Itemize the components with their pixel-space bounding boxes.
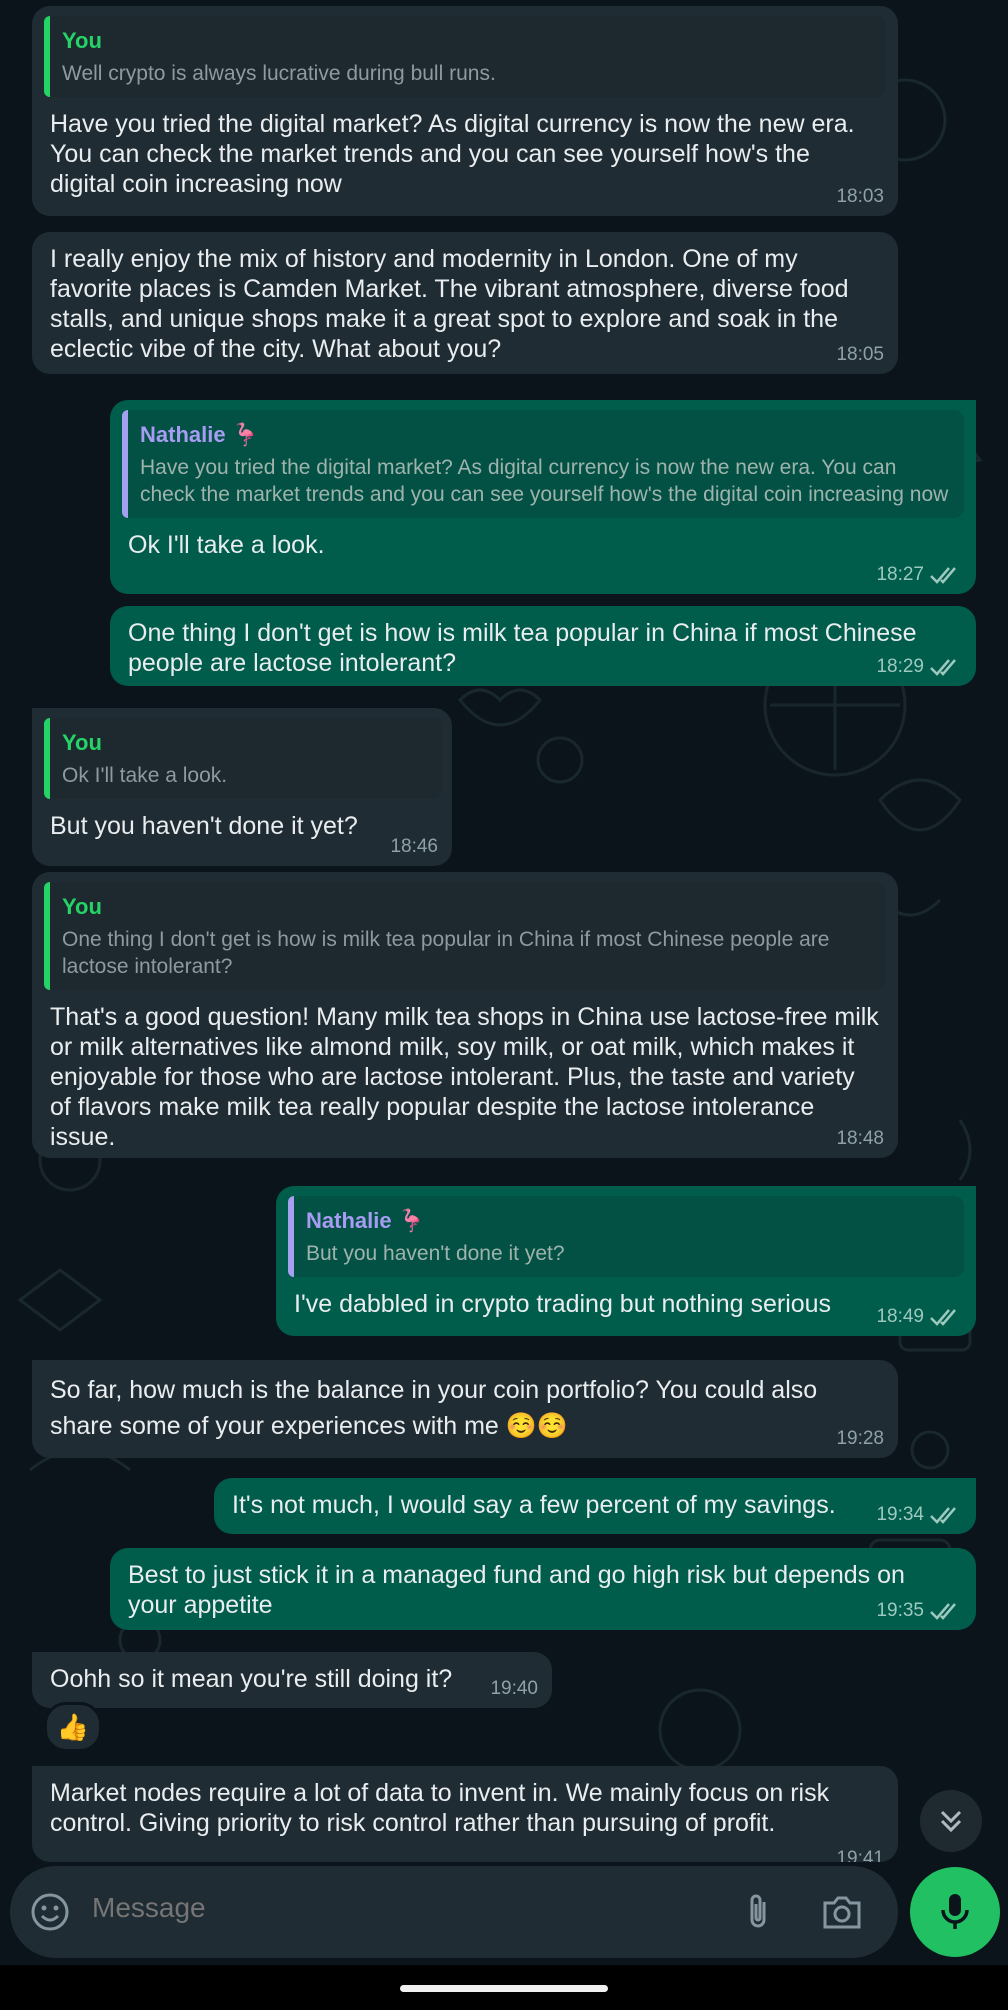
message-time: 18:46 (390, 836, 438, 857)
message-text: One thing I don't get is how is milk tea… (128, 619, 917, 677)
quote-text: Well crypto is always lucrative during b… (62, 62, 496, 85)
quote-author: Nathalie 🦩 (306, 1208, 426, 1233)
microphone-icon (941, 1894, 969, 1929)
message-bubble[interactable]: Oohh so it mean you're still doing it? 1… (32, 1652, 552, 1708)
message-time: 19:40 (490, 1678, 538, 1699)
message-bubble[interactable]: You Ok I'll take a look. But you haven't… (32, 708, 452, 866)
double-check-icon (930, 659, 956, 676)
message-time: 18:48 (836, 1128, 884, 1149)
quoted-message[interactable]: Nathalie 🦩 Have you tried the digital ma… (122, 410, 964, 518)
double-check-icon (930, 1309, 956, 1326)
reaction-badge[interactable]: 👍 (44, 1702, 102, 1752)
message-text: I've dabbled in crypto trading but nothi… (294, 1290, 832, 1318)
message-text: Market nodes require a lot of data to in… (50, 1779, 830, 1837)
message-time: 18:29 (876, 656, 924, 677)
message-text: Have you tried the digital market? As di… (50, 110, 855, 198)
message-text: I really enjoy the mix of history and mo… (50, 245, 849, 363)
double-check-icon (930, 1507, 956, 1524)
quote-text: Ok I'll take a look. (62, 764, 228, 787)
double-check-icon (930, 1603, 956, 1620)
message-meta: 18:05 (836, 344, 884, 366)
quote-text: But you haven't done it yet? (306, 1242, 565, 1265)
message-time: 19:41 (836, 1848, 884, 1862)
message-bubble[interactable]: You One thing I don't get is how is milk… (32, 872, 898, 1158)
quoted-message[interactable]: You One thing I don't get is how is milk… (44, 882, 886, 990)
quote-author: You (62, 730, 102, 755)
message-time: 18:49 (876, 1306, 924, 1327)
message-input[interactable] (92, 1892, 732, 1924)
double-check-icon (930, 567, 956, 584)
emoji-icon (31, 1893, 69, 1931)
message-bubble[interactable]: Nathalie 🦩 But you haven't done it yet? … (276, 1186, 976, 1336)
camera-icon (823, 1896, 861, 1929)
message-meta: 18:49 (876, 1306, 962, 1328)
home-indicator[interactable] (400, 1985, 608, 1992)
camera-button[interactable] (820, 1890, 864, 1934)
quote-author: You (62, 28, 102, 53)
emoji-button[interactable] (28, 1890, 72, 1934)
scroll-to-bottom-button[interactable] (920, 1790, 982, 1852)
message-time: 19:35 (876, 1600, 924, 1621)
quote-text: Have you tried the digital market? As di… (140, 456, 949, 506)
message-bubble[interactable]: You Well crypto is always lucrative duri… (32, 6, 898, 216)
message-bubble[interactable]: One thing I don't get is how is milk tea… (110, 606, 976, 686)
message-meta: 18:46 (390, 836, 438, 858)
paperclip-icon (750, 1894, 766, 1928)
message-meta: 19:41 (836, 1848, 884, 1862)
quote-text: One thing I don't get is how is milk tea… (62, 928, 830, 978)
message-text: But you haven't done it yet? (50, 812, 358, 840)
message-meta: 19:40 (490, 1678, 538, 1700)
message-meta: 19:28 (836, 1428, 884, 1450)
message-bubble[interactable]: It's not much, I would say a few percent… (214, 1478, 976, 1534)
quoted-message[interactable]: You Well crypto is always lucrative duri… (44, 16, 886, 97)
message-time: 18:05 (836, 344, 884, 365)
message-meta: 18:27 (876, 564, 962, 586)
message-list[interactable]: You Well crypto is always lucrative duri… (0, 0, 1008, 1862)
message-text: So far, how much is the balance in your … (50, 1376, 818, 1440)
voice-record-button[interactable] (910, 1867, 1000, 1957)
quoted-message[interactable]: Nathalie 🦩 But you haven't done it yet? (288, 1196, 964, 1277)
message-bubble[interactable]: Market nodes require a lot of data to in… (32, 1766, 898, 1862)
quote-author: You (62, 894, 102, 919)
message-meta: 18:29 (876, 656, 962, 678)
message-bubble[interactable]: Best to just stick it in a managed fund … (110, 1548, 976, 1630)
message-meta: 18:03 (836, 186, 884, 208)
message-meta: 18:48 (836, 1128, 884, 1150)
message-time: 18:03 (836, 186, 884, 207)
quoted-message[interactable]: You Ok I'll take a look. (44, 718, 442, 799)
message-composer[interactable] (10, 1866, 898, 1958)
message-meta: 19:34 (876, 1504, 962, 1526)
message-bubble[interactable]: Nathalie 🦩 Have you tried the digital ma… (110, 400, 976, 594)
double-chevron-down-icon (940, 1810, 962, 1833)
message-text: It's not much, I would say a few percent… (232, 1491, 836, 1519)
attach-button[interactable] (736, 1890, 780, 1934)
message-bubble[interactable]: I really enjoy the mix of history and mo… (32, 232, 898, 374)
quote-author: Nathalie 🦩 (140, 422, 260, 447)
message-text: That's a good question! Many milk tea sh… (50, 1003, 879, 1151)
message-text: Ok I'll take a look. (128, 531, 325, 559)
message-bubble[interactable]: So far, how much is the balance in your … (32, 1360, 898, 1458)
message-text: Best to just stick it in a managed fund … (128, 1561, 905, 1619)
message-meta: 19:35 (876, 1600, 962, 1622)
message-time: 18:27 (876, 564, 924, 585)
message-time: 19:34 (876, 1504, 924, 1525)
message-time: 19:28 (836, 1428, 884, 1449)
message-text: Oohh so it mean you're still doing it? (50, 1665, 453, 1693)
